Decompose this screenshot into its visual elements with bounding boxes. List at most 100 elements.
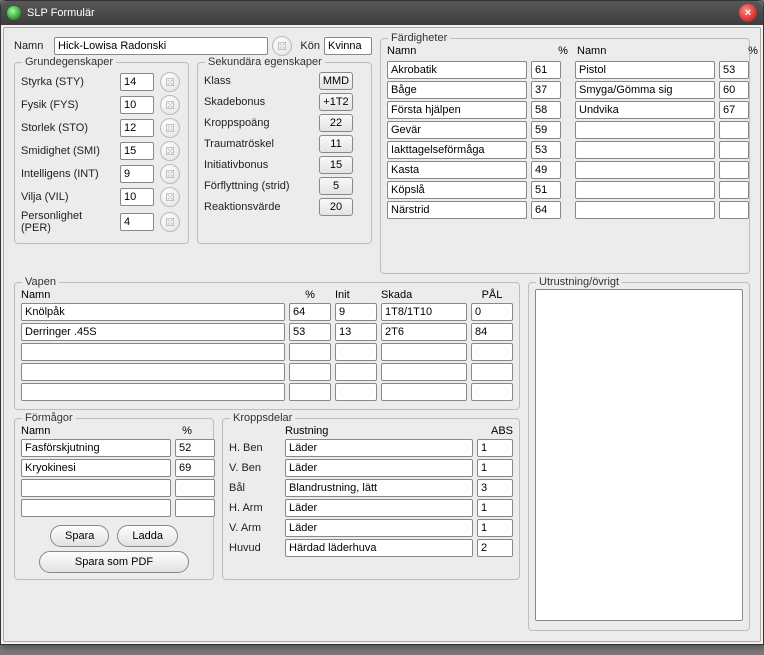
body-abs-input[interactable] (477, 539, 513, 557)
dice-icon[interactable]: ⚄ (160, 72, 180, 92)
ability-value-input[interactable] (175, 459, 215, 477)
weapon-pal-input[interactable] (471, 303, 513, 321)
skill-name-input[interactable] (387, 161, 527, 179)
weapon-pct-input[interactable] (289, 303, 331, 321)
dice-icon[interactable]: ⚄ (160, 187, 180, 207)
ability-value-input[interactable] (175, 479, 215, 497)
attr-value-input[interactable] (120, 73, 154, 91)
skill-name-input[interactable] (387, 121, 527, 139)
weapon-dmg-input[interactable] (381, 363, 467, 381)
skill-value-input[interactable] (531, 101, 561, 119)
weapon-init-input[interactable] (335, 383, 377, 401)
skill-name-input[interactable] (387, 181, 527, 199)
body-abs-input[interactable] (477, 499, 513, 517)
weapon-pct-input[interactable] (289, 383, 331, 401)
attr-value-input[interactable] (120, 165, 154, 183)
skill-value-input[interactable] (719, 121, 749, 139)
body-abs-input[interactable] (477, 479, 513, 497)
skill-value-input[interactable] (531, 61, 561, 79)
dice-icon[interactable]: ⚄ (160, 164, 180, 184)
weapon-dmg-input[interactable] (381, 383, 467, 401)
roll-name-icon[interactable]: ⚄ (272, 36, 292, 56)
skill-value-input[interactable] (531, 161, 561, 179)
weapon-name-input[interactable] (21, 343, 285, 361)
ability-name-input[interactable] (21, 459, 171, 477)
name-input[interactable] (54, 37, 268, 55)
weapon-name-input[interactable] (21, 383, 285, 401)
skill-value-input[interactable] (719, 61, 749, 79)
skill-name-input[interactable] (575, 201, 715, 219)
body-armor-input[interactable] (285, 539, 473, 557)
skill-value-input[interactable] (719, 161, 749, 179)
attr-value-input[interactable] (120, 188, 154, 206)
ability-value-input[interactable] (175, 499, 215, 517)
dice-icon[interactable]: ⚄ (160, 118, 180, 138)
body-abs-input[interactable] (477, 439, 513, 457)
attr-label: Fysik (FYS) (21, 99, 114, 111)
equipment-text[interactable] (535, 289, 743, 621)
skill-name-input[interactable] (387, 101, 527, 119)
attr-value-input[interactable] (120, 119, 154, 137)
dice-icon[interactable]: ⚄ (160, 95, 180, 115)
weapon-pct-input[interactable] (289, 343, 331, 361)
attr-value-input[interactable] (120, 142, 154, 160)
save-button[interactable]: Spara (50, 525, 109, 547)
skill-value-input[interactable] (531, 181, 561, 199)
body-armor-input[interactable] (285, 499, 473, 517)
ability-name-input[interactable] (21, 439, 171, 457)
weapon-name-input[interactable] (21, 303, 285, 321)
body-abs-input[interactable] (477, 519, 513, 537)
dice-icon[interactable]: ⚄ (160, 212, 180, 232)
weapon-init-input[interactable] (335, 363, 377, 381)
skill-value-input[interactable] (719, 181, 749, 199)
skill-name-input[interactable] (575, 121, 715, 139)
body-armor-input[interactable] (285, 439, 473, 457)
weapon-name-input[interactable] (21, 363, 285, 381)
weapon-name-input[interactable] (21, 323, 285, 341)
save-pdf-button[interactable]: Spara som PDF (39, 551, 189, 573)
skill-name-input[interactable] (575, 161, 715, 179)
ability-name-input[interactable] (21, 479, 171, 497)
body-armor-input[interactable] (285, 519, 473, 537)
weapon-dmg-input[interactable] (381, 323, 467, 341)
skill-name-input[interactable] (387, 81, 527, 99)
skill-name-input[interactable] (575, 81, 715, 99)
skill-name-input[interactable] (387, 201, 527, 219)
weapon-pal-input[interactable] (471, 363, 513, 381)
weapon-pal-input[interactable] (471, 383, 513, 401)
close-button[interactable]: × (739, 4, 757, 22)
skill-name-input[interactable] (575, 141, 715, 159)
attr-value-input[interactable] (120, 213, 154, 231)
ability-value-input[interactable] (175, 439, 215, 457)
skill-value-input[interactable] (531, 141, 561, 159)
skill-value-input[interactable] (719, 141, 749, 159)
body-abs-input[interactable] (477, 459, 513, 477)
weapon-init-input[interactable] (335, 343, 377, 361)
skill-value-input[interactable] (531, 201, 561, 219)
load-button[interactable]: Ladda (117, 525, 178, 547)
attr-value-input[interactable] (120, 96, 154, 114)
skill-value-input[interactable] (719, 81, 749, 99)
skill-name-input[interactable] (387, 61, 527, 79)
gender-input[interactable] (324, 37, 372, 55)
skill-name-input[interactable] (387, 141, 527, 159)
weapon-dmg-input[interactable] (381, 303, 467, 321)
ability-name-input[interactable] (21, 499, 171, 517)
weapon-dmg-input[interactable] (381, 343, 467, 361)
weapon-init-input[interactable] (335, 303, 377, 321)
skill-value-input[interactable] (719, 101, 749, 119)
weapon-pct-input[interactable] (289, 323, 331, 341)
body-armor-input[interactable] (285, 459, 473, 477)
weapon-init-input[interactable] (335, 323, 377, 341)
weapon-pct-input[interactable] (289, 363, 331, 381)
skill-name-input[interactable] (575, 181, 715, 199)
weapon-pal-input[interactable] (471, 323, 513, 341)
skill-value-input[interactable] (531, 121, 561, 139)
skill-value-input[interactable] (531, 81, 561, 99)
body-armor-input[interactable] (285, 479, 473, 497)
dice-icon[interactable]: ⚄ (160, 141, 180, 161)
skill-value-input[interactable] (719, 201, 749, 219)
skill-name-input[interactable] (575, 101, 715, 119)
weapon-pal-input[interactable] (471, 343, 513, 361)
skill-name-input[interactable] (575, 61, 715, 79)
